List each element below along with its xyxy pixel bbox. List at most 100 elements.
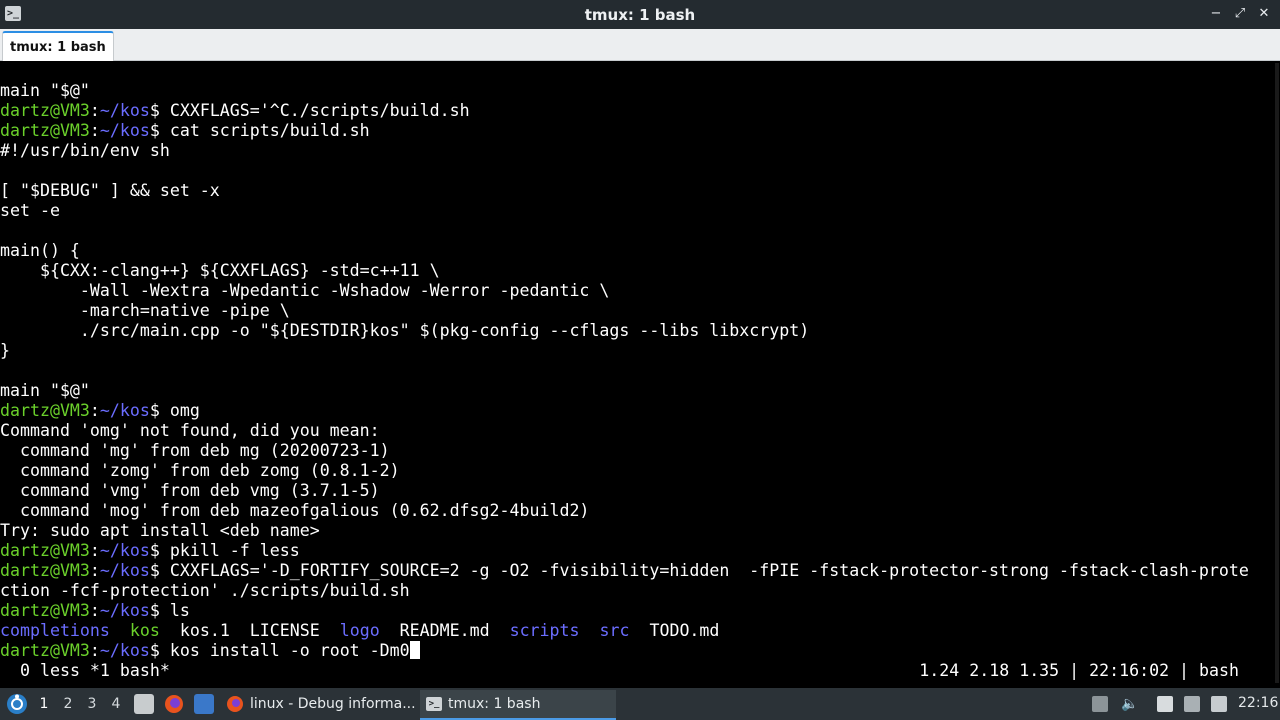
- ls-file-entry: kos: [129, 621, 160, 640]
- window-controls: − ⤢ ✕: [1208, 5, 1272, 23]
- output-text: command 'zomg' from deb zomg (0.8.1-2): [0, 461, 400, 480]
- terminal-view[interactable]: main "$@" dartz@VM3:~/kos$ CXXFLAGS='^C./…: [0, 61, 1280, 687]
- terminal-prompt-line: dartz@VM3:~/kos$ omg: [0, 401, 1249, 421]
- command-text: kos install -o root -Dm0: [169, 641, 410, 660]
- prompt-path: ~/kos: [99, 401, 150, 420]
- terminal-line: #!/usr/bin/env sh: [0, 141, 1249, 161]
- prompt-dollar: $: [149, 561, 170, 580]
- firefox-icon[interactable]: [163, 693, 185, 715]
- prompt-path: ~/kos: [99, 101, 150, 120]
- terminal-output: main "$@" dartz@VM3:~/kos$ CXXFLAGS='^C./…: [0, 81, 1249, 661]
- workspace-1[interactable]: 1: [33, 694, 55, 714]
- tmux-status-right: 1.24 2.18 1.35 | 22:16:02 | bash: [919, 661, 1239, 680]
- prompt-dollar: $: [149, 601, 170, 620]
- minimize-button[interactable]: −: [1208, 5, 1224, 23]
- terminal-line: ./src/main.cpp -o "${DESTDIR}kos" $(pkg-…: [0, 321, 1249, 341]
- prompt-dollar: $: [149, 121, 170, 140]
- ls-directory-entry: logo: [339, 621, 380, 640]
- prompt-path: ~/kos: [99, 561, 150, 580]
- maximize-button[interactable]: ⤢: [1232, 5, 1248, 23]
- tab-tmux-bash[interactable]: tmux: 1 bash: [2, 31, 114, 61]
- prompt-path: ~/kos: [99, 641, 150, 660]
- ls-spacer: [580, 621, 600, 640]
- workspace-2[interactable]: 2: [57, 694, 79, 714]
- terminal-line: command 'zomg' from deb zomg (0.8.1-2): [0, 461, 1249, 481]
- ls-directory-entry: src: [599, 621, 630, 640]
- close-button[interactable]: ✕: [1256, 5, 1272, 23]
- volume-icon[interactable]: 🔈: [1121, 696, 1138, 712]
- output-text: }: [0, 341, 10, 360]
- terminal-line: command 'vmg' from deb vmg (3.7.1-5): [0, 481, 1249, 501]
- output-text: #!/usr/bin/env sh: [0, 141, 170, 160]
- ls-file-entry: kos.1: [179, 621, 230, 640]
- network-icon[interactable]: [1184, 696, 1200, 712]
- prompt-separator: :: [89, 541, 100, 560]
- update-notifier-icon[interactable]: [1211, 696, 1227, 712]
- output-text: ./src/main.cpp -o "${DESTDIR}kos" $(pkg-…: [0, 321, 810, 340]
- output-text: main() {: [0, 241, 80, 260]
- tab-bar: tmux: 1 bash: [0, 29, 1280, 61]
- ls-file-entry: LICENSE: [249, 621, 320, 640]
- prompt-dollar: $: [149, 101, 170, 120]
- terminal-line: Try: sudo apt install <deb name>: [0, 521, 1249, 541]
- command-text: pkill -f less: [169, 541, 300, 560]
- prompt-user-host: dartz@VM3: [0, 101, 90, 120]
- command-text: ls: [169, 601, 190, 620]
- terminal-line: [ "$DEBUG" ] && set -x: [0, 181, 1249, 201]
- terminal-line: main() {: [0, 241, 1249, 261]
- terminal-line: Command 'omg' not found, did you mean:: [0, 421, 1249, 441]
- prompt-separator: :: [89, 641, 100, 660]
- taskbar: 1 2 3 4 linux - Debug informa... >_ tmux…: [0, 688, 1280, 720]
- prompt-dollar: $: [149, 401, 170, 420]
- terminal-line: set -e: [0, 201, 1249, 221]
- output-text: set -e: [0, 201, 60, 220]
- window-titlebar: >_ tmux: 1 bash − ⤢ ✕: [0, 0, 1280, 29]
- terminal-prompt-line: dartz@VM3:~/kos$ CXXFLAGS='-D_FORTIFY_SO…: [0, 561, 1249, 581]
- terminal-prompt-line: dartz@VM3:~/kos$ CXXFLAGS='^C./scripts/b…: [0, 101, 1249, 121]
- ls-directory-entry: completions: [0, 621, 110, 640]
- output-text: -Wall -Wextra -Wpedantic -Wshadow -Werro…: [0, 281, 610, 300]
- terminal-prompt-line: dartz@VM3:~/kos$ kos install -o root -Dm…: [0, 641, 1249, 661]
- output-text: ction -fcf-protection' ./scripts/build.s…: [0, 581, 410, 600]
- firefox-icon: [227, 696, 243, 712]
- task-terminal[interactable]: >_ tmux: 1 bash: [420, 690, 616, 720]
- terminal-line: main "$@": [0, 81, 1249, 101]
- terminal-line: ction -fcf-protection' ./scripts/build.s…: [0, 581, 1249, 601]
- task-firefox[interactable]: linux - Debug informa...: [220, 690, 422, 718]
- tmux-status-bar: 0 less *1 bash* 1.24 2.18 1.35 | 22:16:0…: [0, 661, 1280, 681]
- prompt-separator: :: [89, 101, 100, 120]
- workspace-4[interactable]: 4: [105, 694, 127, 714]
- removable-drive-icon[interactable]: [1092, 696, 1108, 712]
- ls-spacer: [380, 621, 400, 640]
- show-desktop-icon[interactable]: [194, 694, 214, 714]
- terminal-scrollbar[interactable]: [1275, 63, 1279, 683]
- output-text: command 'mog' from deb mazeofgalious (0.…: [0, 501, 590, 520]
- prompt-dollar: $: [149, 641, 170, 660]
- terminal-line: }: [0, 341, 1249, 361]
- terminal-line: command 'mg' from deb mg (20200723-1): [0, 441, 1249, 461]
- prompt-path: ~/kos: [99, 601, 150, 620]
- window-title: tmux: 1 bash: [584, 5, 696, 24]
- terminal-line: command 'mog' from deb mazeofgalious (0.…: [0, 501, 1249, 521]
- ls-spacer: [160, 621, 180, 640]
- distro-logo-icon[interactable]: [6, 693, 28, 715]
- output-text: command 'mg' from deb mg (20200723-1): [0, 441, 390, 460]
- terminal-icon: >_: [426, 697, 442, 711]
- prompt-user-host: dartz@VM3: [0, 401, 90, 420]
- terminal-line: -Wall -Wextra -Wpedantic -Wshadow -Werro…: [0, 281, 1249, 301]
- clipboard-icon[interactable]: [1157, 696, 1173, 712]
- workspace-3[interactable]: 3: [81, 694, 103, 714]
- terminal-line: -march=native -pipe \: [0, 301, 1249, 321]
- ls-directory-entry: scripts: [509, 621, 580, 640]
- file-manager-icon[interactable]: [134, 694, 154, 714]
- terminal-icon: >_: [5, 6, 21, 21]
- prompt-user-host: dartz@VM3: [0, 561, 90, 580]
- terminal-line: ${CXX:-clang++} ${CXXFLAGS} -std=c++11 \: [0, 261, 1249, 281]
- prompt-separator: :: [89, 121, 100, 140]
- output-text: Command 'omg' not found, did you mean:: [0, 421, 380, 440]
- terminal-prompt-line: dartz@VM3:~/kos$ ls: [0, 601, 1249, 621]
- command-text: omg: [169, 401, 200, 420]
- prompt-user-host: dartz@VM3: [0, 121, 90, 140]
- prompt-user-host: dartz@VM3: [0, 541, 90, 560]
- output-text: -march=native -pipe \: [0, 301, 290, 320]
